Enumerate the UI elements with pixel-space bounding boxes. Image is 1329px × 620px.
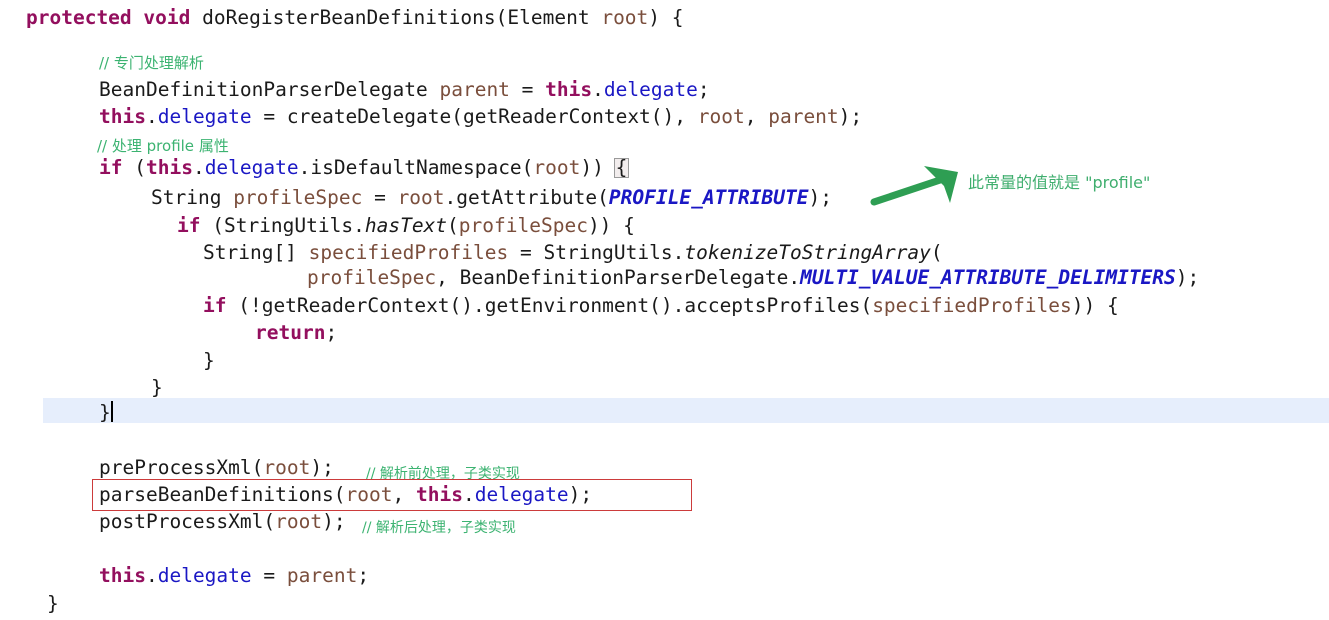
- code-line-comment-1: // 专门处理解析: [99, 49, 204, 76]
- code-line-brace-close-2: }: [151, 376, 163, 399]
- var-profilespec: profileSpec: [233, 186, 363, 209]
- keyword-this: this: [545, 78, 593, 101]
- code-line-brace-close-1: }: [203, 349, 215, 372]
- annotation-note-text: 此常量的值就是 "profile": [968, 173, 1151, 192]
- comment-pre-process: // 解析前处理，子类实现: [366, 466, 520, 482]
- param-root: root: [533, 156, 581, 179]
- constant-multi-value-delimiters: MULTI_VALUE_ATTRIBUTE_DELIMITERS: [800, 266, 1176, 289]
- type-bdpd: BeanDefinitionParserDelegate: [99, 78, 428, 101]
- keyword-void: void: [143, 6, 191, 29]
- var-profilespec: profileSpec: [458, 214, 588, 237]
- code-line-preprocessxml: preProcessXml(root);: [99, 456, 334, 479]
- code-line-delegate-decl: BeanDefinitionParserDelegate parent = th…: [99, 78, 710, 101]
- param-root: root: [345, 483, 393, 506]
- comment-zhuanmen: // 专门处理解析: [99, 54, 204, 72]
- comment-profile-a: // 处理: [97, 137, 147, 155]
- code-line-method-close: }: [47, 592, 59, 615]
- method-name: doRegisterBeanDefinitions: [202, 6, 496, 29]
- field-delegate: delegate: [157, 564, 252, 587]
- keyword-if: if: [99, 156, 123, 179]
- code-line-if-hastext: if (StringUtils.hasText(profileSpec)) {: [177, 214, 635, 237]
- var-specified-profiles: specifiedProfiles: [872, 294, 1072, 317]
- field-delegate: delegate: [474, 483, 569, 506]
- comment-profile-c: 属性: [194, 137, 229, 155]
- param-root: root: [397, 186, 445, 209]
- keyword-this: this: [99, 564, 146, 587]
- param-root: root: [601, 6, 649, 29]
- code-line-parsebeandefinitions: parseBeanDefinitions(root, this.delegate…: [99, 483, 593, 506]
- code-line-delimiters: profileSpec, BeanDefinitionParserDelegat…: [307, 266, 1200, 289]
- method-tokenize: tokenizeToStringArray: [684, 241, 931, 264]
- var-parent: parent: [768, 105, 839, 128]
- code-editor[interactable]: protected void doRegisterBeanDefinitions…: [0, 0, 1329, 620]
- param-root: root: [697, 105, 745, 128]
- code-line-create-delegate: this.delegate = createDelegate(getReader…: [99, 105, 863, 128]
- keyword-protected: protected: [26, 6, 132, 29]
- var-parent: parent: [286, 564, 358, 587]
- var-specified-profiles: specifiedProfiles: [308, 241, 509, 264]
- field-delegate: delegate: [204, 156, 299, 179]
- code-line-if-default-namespace: if (this.delegate.isDefaultNamespace(roo…: [99, 156, 630, 179]
- keyword-this: this: [99, 105, 146, 128]
- code-line-signature: protected void doRegisterBeanDefinitions…: [26, 6, 684, 29]
- comment-post-process: // 解析后处理，子类实现: [362, 520, 516, 536]
- matching-brace-highlight: {: [613, 156, 630, 179]
- field-delegate: delegate: [157, 105, 252, 128]
- code-line-if-accepts-profiles: if (!getReaderContext().getEnvironment()…: [203, 294, 1119, 317]
- keyword-return: return: [255, 321, 326, 344]
- comment-profile-b: profile: [146, 137, 195, 155]
- var-parent: parent: [439, 78, 510, 101]
- code-line-return: return;: [255, 321, 338, 344]
- keyword-this: this: [145, 156, 193, 179]
- annotation-arrow-icon: [870, 166, 958, 206]
- code-line-profilespec: String profileSpec = root.getAttribute(P…: [151, 186, 832, 209]
- code-content[interactable]: protected void doRegisterBeanDefinitions…: [0, 0, 1329, 620]
- param-type: Element: [507, 6, 590, 29]
- param-root: root: [263, 456, 311, 479]
- keyword-if: if: [203, 294, 227, 317]
- var-profilespec: profileSpec: [307, 266, 437, 289]
- code-line-restore-delegate: this.delegate = parent;: [99, 564, 370, 587]
- method-hastext: hasText: [364, 214, 448, 237]
- param-root: root: [275, 510, 323, 533]
- keyword-if: if: [177, 214, 201, 237]
- keyword-this: this: [416, 483, 463, 506]
- text-caret: [111, 401, 113, 422]
- code-line-postprocessxml: postProcessXml(root);: [99, 510, 346, 533]
- code-line-comment-4: // 解析后处理，子类实现: [362, 513, 516, 541]
- code-line-brace-close-3: }: [99, 401, 111, 424]
- field-delegate: delegate: [603, 78, 698, 101]
- constant-profile-attribute: PROFILE_ATTRIBUTE: [608, 186, 809, 209]
- code-line-specified-profiles: String[] specifiedProfiles = StringUtils…: [203, 241, 943, 264]
